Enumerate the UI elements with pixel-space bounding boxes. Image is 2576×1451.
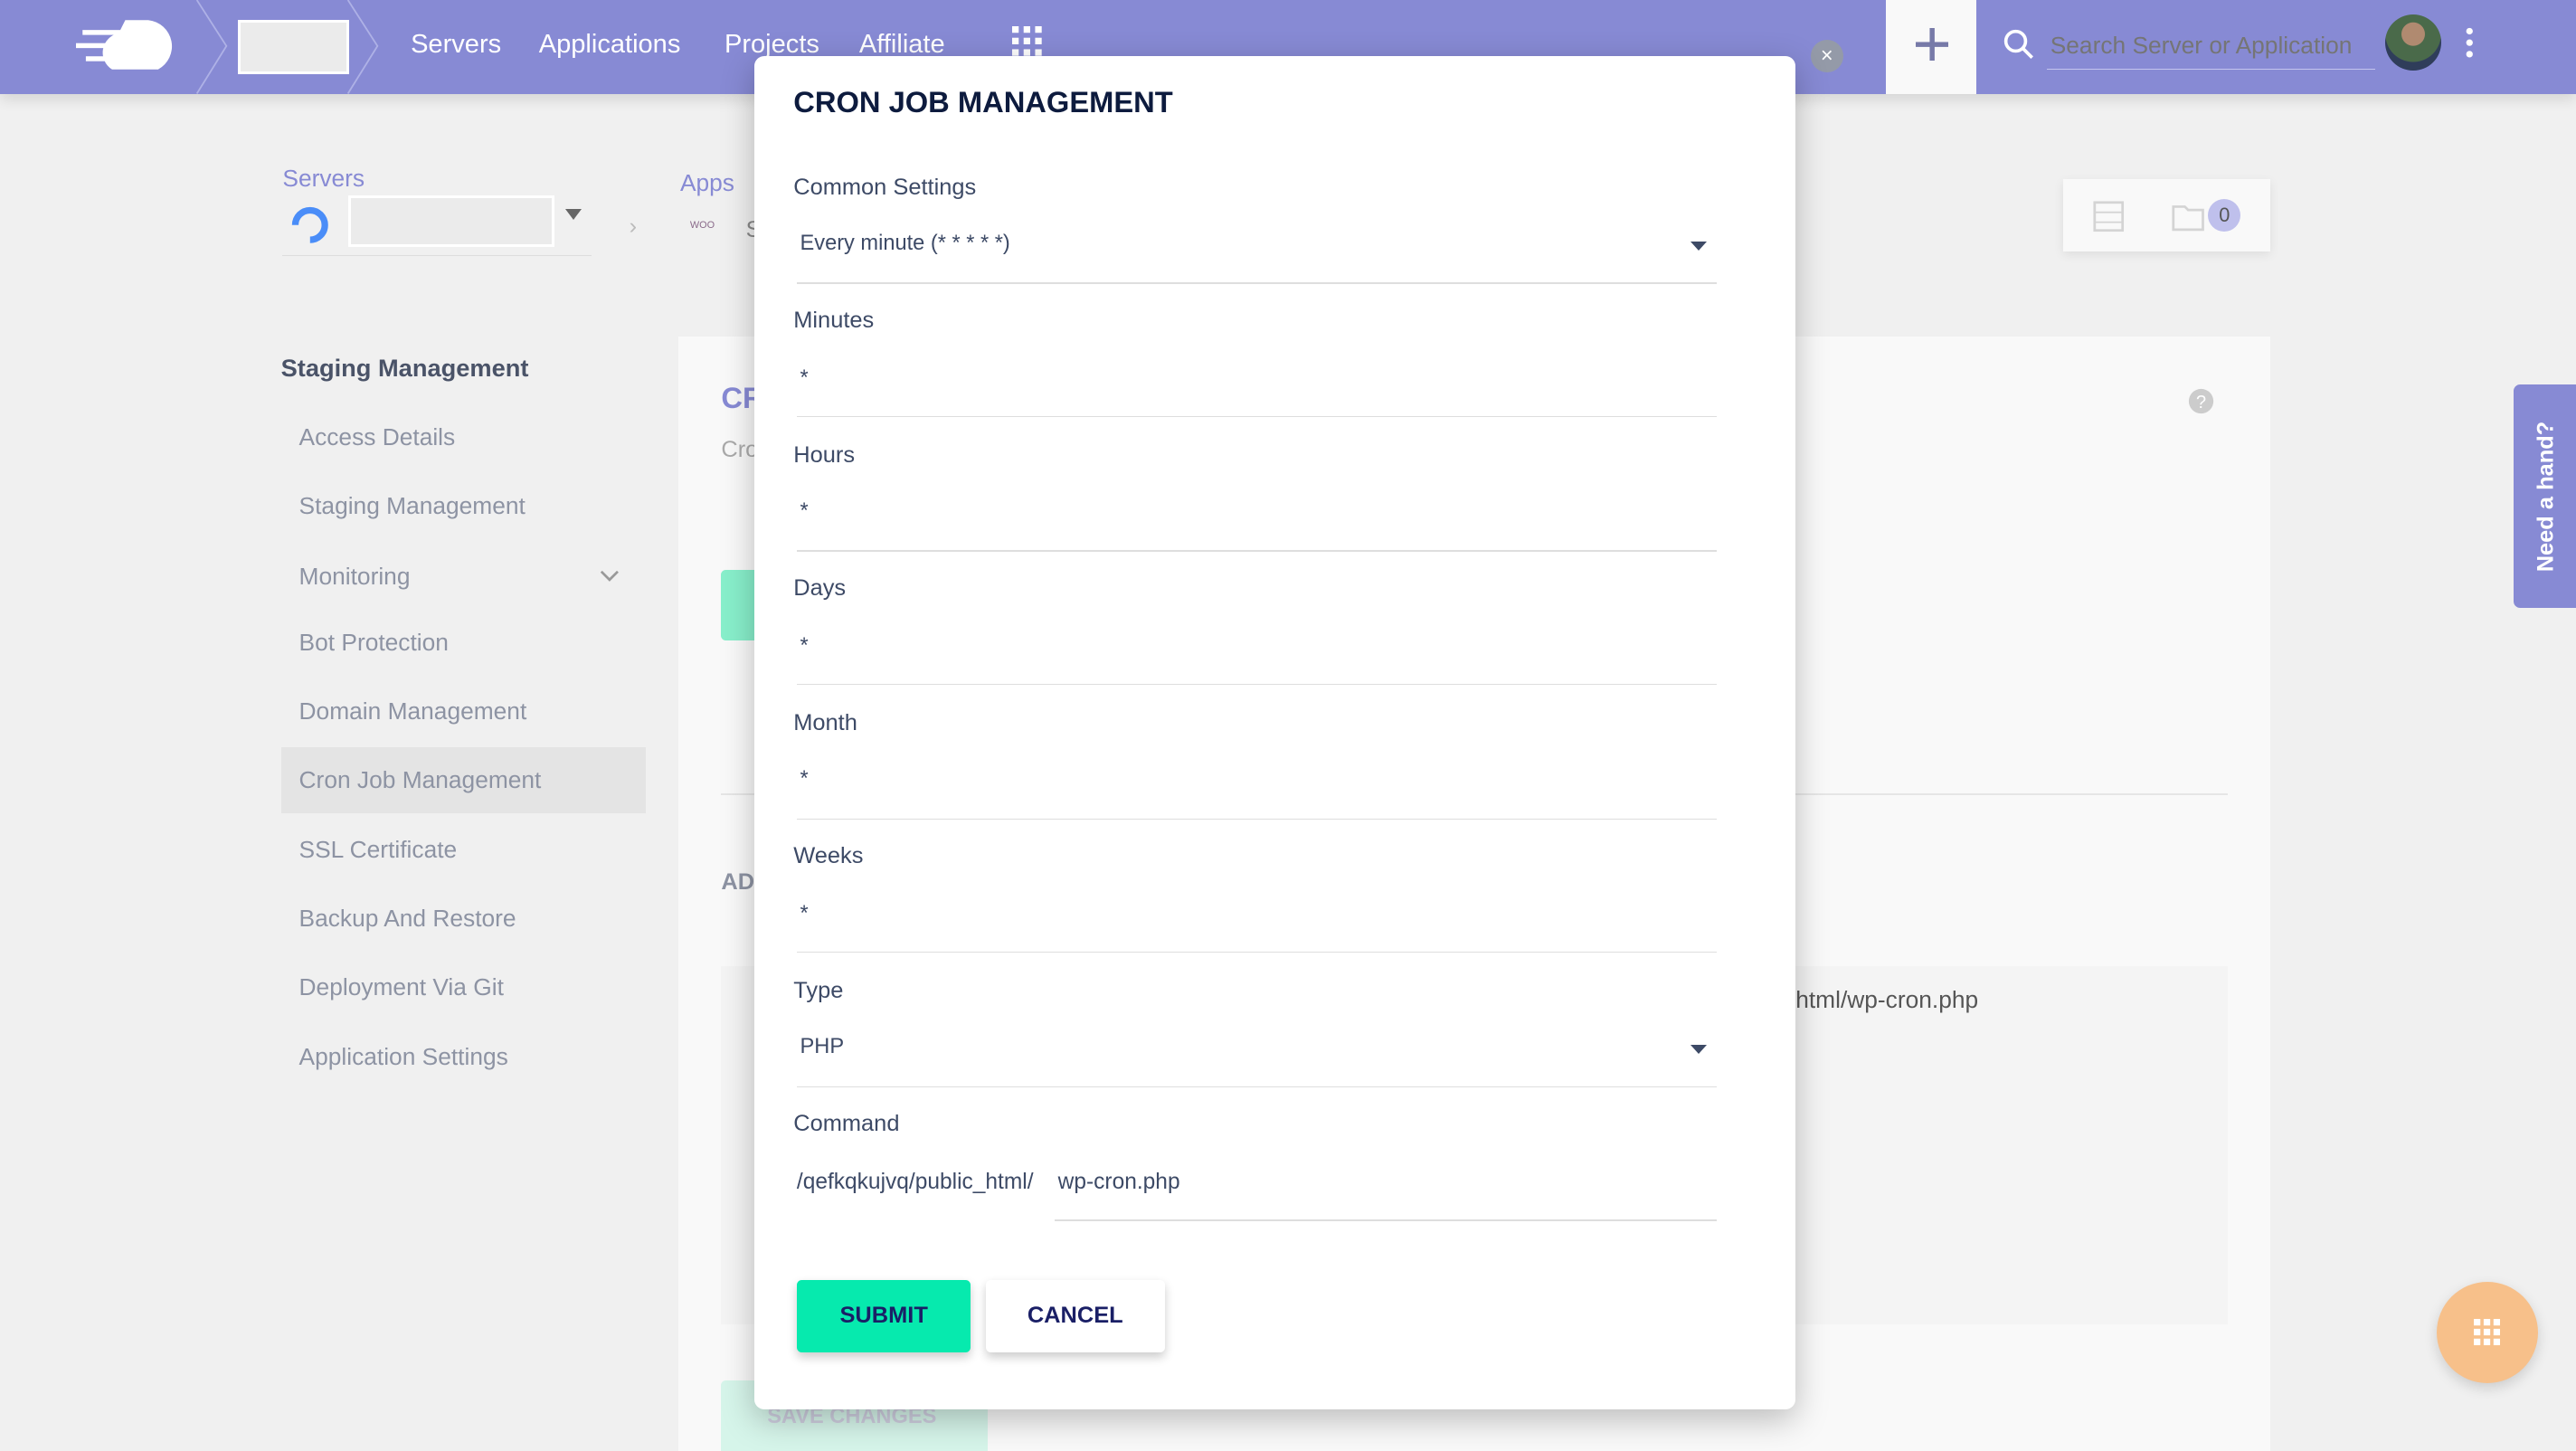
server-selector[interactable]	[348, 195, 554, 247]
breadcrumb-servers[interactable]: Servers	[282, 165, 365, 193]
month-input[interactable]: *	[800, 767, 809, 792]
section-title: AD	[721, 868, 755, 895]
server-list-icon[interactable]	[2093, 201, 2126, 233]
type-label: Type	[793, 977, 844, 1003]
breadcrumb-apps[interactable]: Apps	[680, 169, 734, 197]
sidebar-item-staging-management[interactable]: Staging Management	[281, 473, 646, 539]
minutes-input[interactable]: *	[800, 366, 809, 391]
sidebar-heading: Staging Management	[280, 353, 529, 382]
search-icon	[2003, 29, 2034, 59]
common-settings-select[interactable]: Every minute (* * * * *)	[797, 213, 1717, 282]
sidebar-item-monitoring[interactable]: Monitoring	[281, 544, 646, 610]
hours-label: Hours	[793, 441, 856, 468]
logo-icon[interactable]	[75, 14, 185, 72]
modal-title: CRON JOB MANAGEMENT	[793, 85, 1173, 119]
weeks-input[interactable]: *	[800, 902, 809, 926]
card-subtitle: Cro	[721, 437, 759, 463]
chevron-right-icon: ›	[629, 213, 638, 240]
command-prefix: /qefkqkujvq/public_html/	[796, 1170, 1034, 1195]
quick-actions: 0	[2063, 178, 2271, 251]
grid-icon	[2474, 1319, 2501, 1346]
days-label: Days	[793, 574, 847, 601]
hours-input[interactable]: *	[800, 499, 809, 524]
plus-icon	[1915, 27, 1949, 62]
apps-grid-icon[interactable]	[1011, 26, 1042, 56]
sidebar-item-backup-and-restore[interactable]: Backup And Restore	[281, 886, 646, 952]
org-selector[interactable]	[238, 19, 349, 75]
cron-job-modal: CRON JOB MANAGEMENT Common Settings Ever…	[753, 55, 1796, 1410]
sidebar-item-deployment-via-git[interactable]: Deployment Via Git	[281, 954, 646, 1020]
sidebar-item-domain-management[interactable]: Domain Management	[281, 678, 646, 744]
nav-servers[interactable]: Servers	[411, 30, 501, 60]
sidebar-item-application-settings[interactable]: Application Settings	[281, 1024, 646, 1090]
days-input[interactable]: *	[800, 634, 809, 659]
type-select[interactable]: PHP	[797, 1017, 1717, 1086]
files-count-badge: 0	[2208, 198, 2241, 232]
caret-down-icon[interactable]	[564, 208, 582, 220]
svg-text:?: ?	[2196, 392, 2206, 412]
fab-menu-button[interactable]	[2436, 1281, 2539, 1384]
nav-projects[interactable]: Projects	[724, 30, 819, 60]
close-modal-button[interactable]: ×	[1810, 39, 1843, 72]
caret-down-icon	[1690, 241, 1707, 251]
minutes-label: Minutes	[793, 307, 875, 333]
nav-affiliate[interactable]: Affiliate	[859, 30, 945, 60]
sidebar-item-bot-protection[interactable]: Bot Protection	[281, 610, 646, 676]
caret-down-icon	[1690, 1045, 1707, 1054]
need-a-hand-tab[interactable]: Need a hand?	[2513, 384, 2576, 609]
close-icon: ×	[1820, 43, 1833, 68]
more-vertical-icon[interactable]	[2463, 26, 2477, 59]
weeks-label: Weeks	[793, 842, 864, 868]
sidebar-item-access-details[interactable]: Access Details	[281, 404, 646, 470]
chevron-down-icon	[600, 571, 619, 583]
add-button[interactable]	[1886, 0, 1976, 94]
nav-applications[interactable]: Applications	[539, 30, 681, 60]
sidebar-item-cron-job-management[interactable]: Cron Job Management	[280, 747, 646, 814]
search-input[interactable]	[2047, 23, 2376, 71]
command-input[interactable]: wp-cron.php	[1058, 1170, 1180, 1195]
help-icon[interactable]: ?	[2188, 388, 2214, 414]
cancel-button[interactable]: CANCEL	[985, 1279, 1165, 1352]
sidebar-item-ssl-certificate[interactable]: SSL Certificate	[281, 817, 646, 883]
submit-button[interactable]: SUBMIT	[796, 1279, 971, 1352]
avatar[interactable]	[2385, 14, 2442, 71]
common-settings-label: Common Settings	[793, 174, 977, 200]
digitalocean-icon	[292, 206, 329, 243]
command-label: Command	[793, 1110, 900, 1136]
month-label: Month	[793, 709, 857, 735]
folder-icon[interactable]	[2172, 202, 2205, 232]
woocommerce-icon: WOO	[689, 220, 715, 232]
